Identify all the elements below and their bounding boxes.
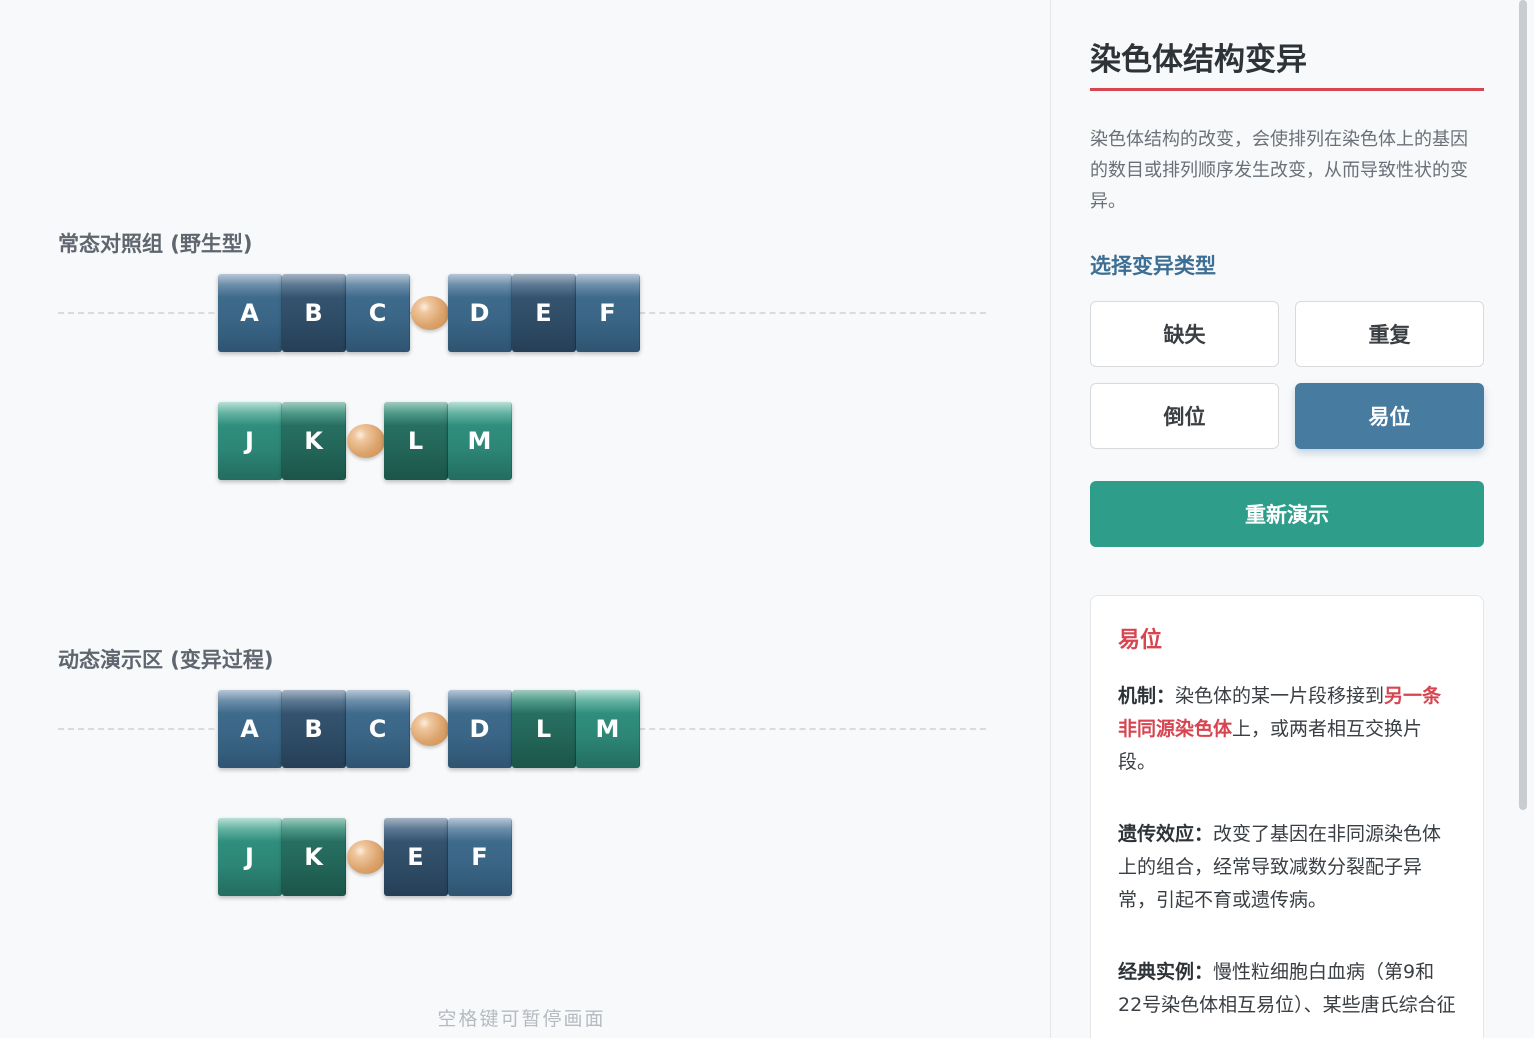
- control-chromosome-2: J K L M: [218, 402, 514, 480]
- duplication-button[interactable]: 重复: [1295, 301, 1484, 367]
- gene-block: C: [346, 690, 410, 768]
- mechanism-paragraph: 机制：染色体的某一片段移接到另一条非同源染色体上，或两者相互交换片段。: [1118, 680, 1457, 779]
- gene-block: B: [282, 690, 346, 768]
- gene-block: A: [218, 274, 282, 352]
- example-label: 经典实例：: [1118, 961, 1214, 983]
- gene-block: M: [576, 690, 640, 768]
- centromere: [411, 712, 449, 746]
- info-card: 易位 机制：染色体的某一片段移接到另一条非同源染色体上，或两者相互交换片段。 遗…: [1090, 595, 1484, 1038]
- gene-block: C: [346, 274, 410, 352]
- gene-block: L: [512, 690, 576, 768]
- gene-block: D: [448, 274, 512, 352]
- select-type-heading: 选择变异类型: [1090, 254, 1216, 278]
- gene-block: J: [218, 402, 282, 480]
- gene-block: M: [448, 402, 512, 480]
- gene-block: E: [384, 818, 448, 896]
- gene-block: F: [576, 274, 640, 352]
- effect-paragraph: 遗传效应：改变了基因在非同源染色体上的组合，经常导致减数分裂配子异常，引起不育或…: [1118, 818, 1457, 917]
- demo-chromosome-1: A B C D L M: [218, 690, 642, 768]
- demo-chromosome-2: J K E F: [218, 818, 514, 896]
- gene-block: F: [448, 818, 512, 896]
- gene-block: D: [448, 690, 512, 768]
- centromere: [347, 840, 385, 874]
- pause-hint: 空格键可暂停画面: [437, 1008, 606, 1030]
- translocation-button[interactable]: 易位: [1295, 383, 1484, 449]
- intro-text: 染色体结构的改变，会使排列在染色体上的基因的数目或排列顺序发生改变，从而导致性状…: [1090, 129, 1468, 212]
- mechanism-label: 机制：: [1118, 685, 1176, 707]
- scrollbar[interactable]: [1519, 0, 1527, 810]
- info-title: 易位: [1118, 628, 1163, 653]
- control-group-title: 常态对照组 (野生型): [58, 232, 253, 256]
- control-chromosome-1: A B C D E F: [218, 274, 642, 352]
- title-divider: [1090, 88, 1484, 91]
- example-paragraph: 经典实例：慢性粒细胞白血病（第9和22号染色体相互易位）、某些唐氏综合征: [1118, 956, 1457, 1022]
- gene-block: L: [384, 402, 448, 480]
- gene-block: A: [218, 690, 282, 768]
- demo-area-title: 动态演示区 (变异过程): [58, 648, 274, 672]
- gene-block: J: [218, 818, 282, 896]
- centromere: [411, 296, 449, 330]
- replay-button[interactable]: 重新演示: [1090, 481, 1484, 547]
- gene-block: K: [282, 402, 346, 480]
- inversion-button[interactable]: 倒位: [1090, 383, 1279, 449]
- control-panel: 染色体结构变异 染色体结构的改变，会使排列在染色体上的基因的数目或排列顺序发生改…: [1050, 0, 1534, 1038]
- centromere: [347, 424, 385, 458]
- deletion-button[interactable]: 缺失: [1090, 301, 1279, 367]
- gene-block: K: [282, 818, 346, 896]
- gene-block: B: [282, 274, 346, 352]
- animation-stage: 常态对照组 (野生型) A B C D E F J K L M 动态演示区 (变…: [0, 0, 1050, 1038]
- gene-block: E: [512, 274, 576, 352]
- panel-title: 染色体结构变异: [1090, 42, 1307, 78]
- mechanism-text-pre: 染色体的某一片段移接到: [1175, 685, 1385, 707]
- effect-label: 遗传效应：: [1118, 823, 1214, 845]
